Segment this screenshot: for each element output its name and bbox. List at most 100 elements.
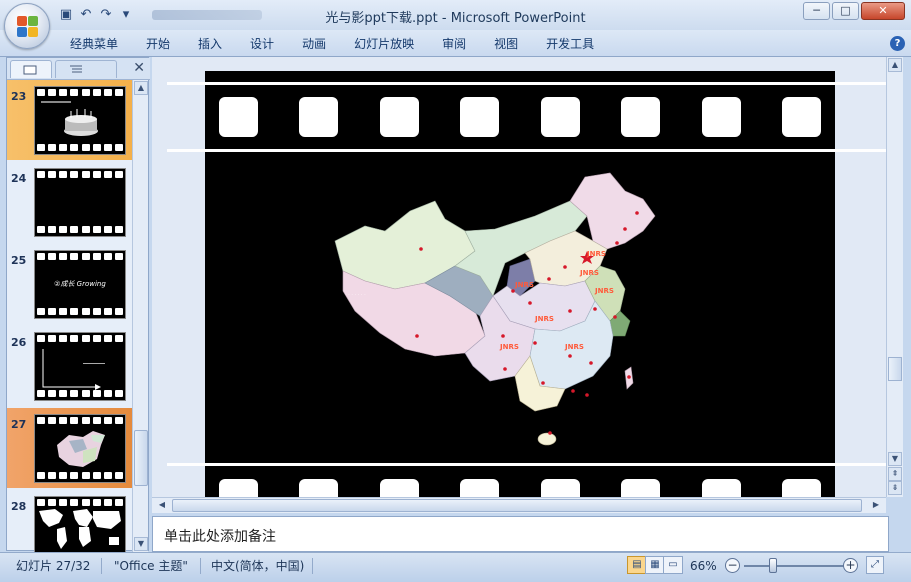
tab-home[interactable]: 开始 (132, 36, 184, 52)
slide-number: 23 (11, 90, 27, 103)
svg-text:JNRS: JNRS (514, 281, 534, 289)
zoom-level[interactable]: 66% (690, 557, 717, 575)
slide-preview (34, 86, 126, 155)
tab-animations[interactable]: 动画 (288, 36, 340, 52)
tab-classic-menu[interactable]: 经典菜单 (56, 36, 132, 52)
slide-preview (34, 496, 126, 552)
ribbon-tab-bar: 经典菜单 开始 插入 设计 动画 幻灯片放映 审阅 视图 开发工具 ? (0, 30, 911, 57)
tab-outline[interactable] (55, 60, 117, 78)
svg-text:JNRS: JNRS (534, 315, 554, 323)
window-controls: ─ □ ✕ (803, 2, 905, 20)
scroll-up-icon[interactable]: ▲ (888, 58, 902, 72)
close-button[interactable]: ✕ (861, 2, 905, 20)
window-title: 光与影ppt下载.ppt - Microsoft PowerPoint (325, 11, 586, 26)
film-perforations-top (219, 97, 821, 137)
tab-view[interactable]: 视图 (480, 36, 532, 52)
slide-thumbnail-28[interactable]: 28 (7, 490, 133, 552)
outline-tab-icon (70, 65, 82, 73)
scroll-up-icon[interactable]: ▲ (134, 81, 148, 95)
slide-show-view-icon[interactable]: ▭ (663, 556, 683, 574)
notes-pane[interactable]: 单击此处添加备注 (152, 516, 889, 552)
scroll-down-icon[interactable]: ▼ (888, 452, 902, 466)
slide-thumbnail-25[interactable]: 25 ②成长 Growing (7, 244, 133, 324)
svg-text:JNRS: JNRS (586, 250, 606, 258)
slide-caption: ②成长 Growing (54, 280, 106, 288)
title-bar: ▣ ↶ ↷ ▾ 光与影ppt下载.ppt - Microsoft PowerPo… (0, 0, 911, 30)
svg-text:JNRS: JNRS (594, 287, 614, 295)
slide-number: 27 (11, 418, 27, 431)
slides-tab-icon (23, 65, 37, 75)
previous-slide-icon[interactable]: ⇞ (888, 467, 902, 481)
tab-design[interactable]: 设计 (236, 36, 288, 52)
tab-review[interactable]: 审阅 (428, 36, 480, 52)
notes-placeholder: 单击此处添加备注 (164, 529, 276, 545)
slide-thumbnail-26[interactable]: 26 (7, 326, 133, 406)
film-perforations (37, 390, 123, 398)
slide-number: 24 (11, 172, 27, 185)
film-perforations (37, 226, 123, 234)
slide-preview (34, 168, 126, 237)
film-perforations (37, 308, 123, 316)
next-slide-icon[interactable]: ⇟ (888, 481, 902, 495)
slides-panel: ✕ 23 24 25 ②成长 Growing 26 27 28 ▲ ▼ (6, 57, 150, 552)
svg-text:JNRS: JNRS (564, 343, 584, 351)
film-perforations (37, 144, 123, 152)
slide-editor: JNRS JNRS JNRS JNRS JNRS JNRS JNRS · · ·… (152, 57, 889, 497)
zoom-in-icon[interactable]: + (843, 558, 858, 573)
tab-slides[interactable] (10, 60, 52, 78)
tab-insert[interactable]: 插入 (184, 36, 236, 52)
divider (101, 558, 102, 574)
scroll-left-icon[interactable]: ◀ (155, 499, 169, 512)
svg-text:· · · · · · ·: · · · · · · · (345, 292, 366, 298)
slide-preview: ②成长 Growing (34, 250, 126, 319)
panel-tabs: ✕ (7, 58, 150, 80)
help-icon[interactable]: ? (890, 36, 905, 51)
film-perforations (37, 253, 123, 261)
slide-preview (34, 414, 126, 483)
close-panel-icon[interactable]: ✕ (133, 60, 145, 76)
maximize-button[interactable]: □ (832, 2, 859, 20)
slide-preview (34, 332, 126, 401)
china-map: JNRS JNRS JNRS JNRS JNRS JNRS JNRS · · ·… (334, 172, 656, 446)
divider (200, 558, 201, 574)
slide-horizontal-scrollbar[interactable]: ◀ ▶ (152, 497, 886, 513)
slide-thumbnails: 23 24 25 ②成长 Growing 26 27 28 (7, 80, 133, 552)
scroll-down-icon[interactable]: ▼ (134, 537, 148, 551)
zoom-slider-thumb[interactable] (769, 558, 777, 573)
fit-to-window-icon[interactable]: ⤢ (866, 556, 884, 574)
slide-sorter-view-icon[interactable]: ▦ (645, 556, 665, 574)
slide-vertical-scrollbar[interactable]: ▲ ▼ ⇞ ⇟ (886, 57, 903, 497)
office-button[interactable] (4, 3, 50, 49)
slide-number: 26 (11, 336, 27, 349)
divider (312, 558, 313, 574)
tab-developer[interactable]: 开发工具 (532, 36, 608, 52)
tab-slide-show[interactable]: 幻灯片放映 (340, 36, 428, 52)
current-slide[interactable]: JNRS JNRS JNRS JNRS JNRS JNRS JNRS · · ·… (167, 71, 887, 497)
thumbnails-scrollbar[interactable]: ▲ ▼ (132, 80, 148, 552)
slide-number: 28 (11, 500, 27, 513)
slide-number: 25 (11, 254, 27, 267)
film-perforations-bottom (219, 479, 821, 497)
film-perforations (37, 171, 123, 179)
slide-thumbnail-24[interactable]: 24 (7, 162, 133, 242)
film-perforations (37, 472, 123, 480)
world-map-thumbnail (39, 509, 121, 549)
film-border-line (167, 82, 887, 85)
zoom-slider-track[interactable] (744, 565, 844, 567)
scroll-right-icon[interactable]: ▶ (869, 499, 883, 512)
svg-text:JNRS: JNRS (579, 269, 599, 277)
zoom-out-icon[interactable]: − (725, 558, 740, 573)
scroll-thumb[interactable] (172, 499, 862, 512)
scroll-thumb[interactable] (134, 430, 148, 486)
normal-view-icon[interactable]: ▤ (627, 556, 647, 574)
film-border-line (167, 463, 887, 466)
slide-thumbnail-23[interactable]: 23 (7, 80, 133, 160)
minimize-button[interactable]: ─ (803, 2, 830, 20)
theme-name[interactable]: "Office 主题" (114, 557, 188, 575)
office-logo-icon (17, 16, 39, 38)
status-bar: 幻灯片 27/32 "Office 主题" 中文(简体，中国) ▤ ▦ ▭ 66… (0, 552, 911, 582)
scroll-thumb[interactable] (888, 357, 902, 381)
slide-thumbnail-27[interactable]: 27 (7, 408, 133, 488)
language-indicator[interactable]: 中文(简体，中国) (211, 557, 304, 575)
svg-text:JNRS: JNRS (499, 343, 519, 351)
